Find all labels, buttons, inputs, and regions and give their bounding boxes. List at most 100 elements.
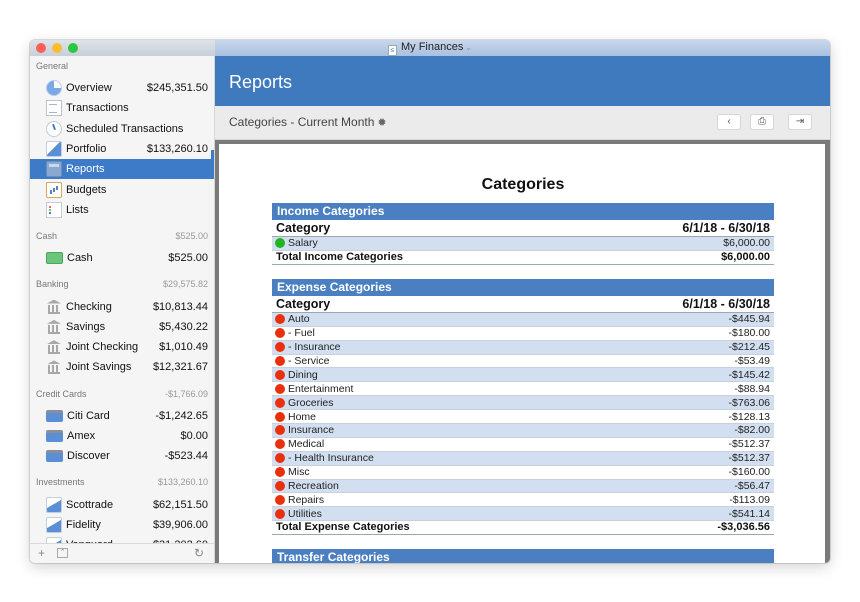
income-total-label: Total Income Categories [276,250,403,263]
transactions-icon [46,100,62,117]
sidebar-item-overview[interactable]: Overview $245,351.50 [30,78,214,98]
category-label: Home [288,410,317,423]
sidebar-item-label: Citi Card [67,409,110,422]
bank-icon [46,360,62,375]
category-amount: -$763.06 [728,396,770,409]
category-row[interactable]: Auto -$445.94 [272,312,774,327]
sidebar-item-savings[interactable]: Savings $5,430.22 [30,317,214,337]
category-name: Entertainment [275,383,353,395]
sidebar-item-portfolio[interactable]: Portfolio $133,260.10 [30,139,214,159]
report-toolbar: Categories - Current Month ✹ ‹ ⎙ ⇥ [215,106,830,140]
category-row[interactable]: Repairs -$113.09 [272,493,774,508]
sidebar-item-amount: -$523.44 [164,450,208,463]
category-label: Dining [288,368,318,381]
report-selector[interactable]: Categories - Current Month ✹ [229,115,387,129]
category-row[interactable]: Misc -$160.00 [272,466,774,480]
category-row[interactable]: Entertainment -$88.94 [272,382,774,397]
category-row[interactable]: Recreation -$56.47 [272,479,774,494]
category-amount: -$82.00 [734,424,770,437]
collapse-button[interactable]: ⌃ [57,548,68,558]
page-title: Reports [229,72,293,92]
sidebar-item-discover[interactable]: Discover -$523.44 [30,446,214,466]
sidebar: General Overview $245,351.50 Transactions Sc… [30,56,215,563]
category-status-dot-icon [275,425,285,436]
sidebar-item-reports[interactable]: Reports [30,159,214,180]
export-button[interactable]: ⇥ [788,114,812,130]
sidebar-item-label: Lists [66,203,89,216]
bank-icon [46,300,62,314]
category-row[interactable]: Insurance -$82.00 [272,424,774,438]
category-row[interactable]: Salary $6,000.00 [272,237,774,251]
print-button[interactable]: ⎙ [750,114,774,130]
category-amount: -$512.37 [728,438,770,451]
sidebar-item-vanguard[interactable]: Vanguard$31,202.60 [30,535,214,543]
category-row[interactable]: - Insurance -$212.45 [272,340,774,355]
gear-icon[interactable]: ✹ [377,117,386,129]
section-total: -$1,766.09 [164,388,208,399]
budget-chart-icon [46,181,62,198]
category-name: Dining [275,369,318,381]
sidebar-item-budgets[interactable]: Budgets [30,179,214,199]
sidebar-item-amex[interactable]: Amex $0.00 [30,426,214,446]
sidebar-item-amount: $0.00 [180,430,208,442]
document-icon: ≤ [387,45,397,56]
category-name: - Health Insurance [275,452,374,464]
transfer-section-header: Transfer Categories [272,549,774,563]
sidebar-item-joint-savings[interactable]: Joint Savings $12,321.67 [30,357,214,377]
sidebar-item-scheduled-transactions[interactable]: Scheduled Transactions [30,119,214,139]
sidebar-item-fidelity[interactable]: Fidelity $39,906.00 [30,515,214,535]
sidebar-section-header: General [30,56,214,78]
sidebar-item-amount: $245,351.50 [146,82,208,95]
chevron-down-icon: ⌄ [465,43,473,52]
add-account-button[interactable]: + [38,546,45,560]
category-amount: -$88.94 [734,382,770,395]
category-row[interactable]: Groceries -$763.06 [272,396,774,411]
list-icon [46,201,62,218]
category-row[interactable]: Dining -$145.42 [272,368,774,383]
income-total-amount: $6,000.00 [721,250,770,263]
report-page[interactable]: Categories Income Categories Category 6/… [219,144,825,563]
category-row[interactable]: Home -$128.13 [272,410,774,425]
category-row[interactable]: Utilities -$541.14 [272,507,774,522]
sidebar-item-label: Fidelity [66,518,101,531]
category-name: Auto [275,313,310,325]
sidebar-item-label: Checking [66,300,112,313]
category-label: - Fuel [288,327,315,340]
sidebar-item-label: Amex [67,430,96,442]
sidebar-item-label: Joint Savings [66,361,132,374]
category-row[interactable]: - Service -$53.49 [272,355,774,369]
bank-icon [46,340,62,355]
sidebar-item-scottrade[interactable]: Scottrade $62,151.50 [30,494,214,514]
category-label: Repairs [288,493,325,506]
sidebar-item-lists[interactable]: Lists [30,200,214,220]
sidebar-item-amount: -$1,242.65 [155,409,208,422]
window-title[interactable]: ≤ My Finances ⌄ [30,41,830,56]
category-name: Misc [275,466,310,478]
category-label: Auto [288,313,310,326]
category-label: Misc [288,466,310,479]
expense-section-header: Expense Categories [272,278,774,296]
category-label: Medical [288,438,325,451]
back-button[interactable]: ‹ [717,114,741,130]
category-name: Salary [275,237,318,249]
sidebar-item-cash[interactable]: Cash $525.00 [30,248,214,268]
section-label: Investments [36,477,85,488]
overview-pie-icon [46,80,62,97]
sidebar-list[interactable]: General Overview $245,351.50 Transactions Sc… [30,56,214,543]
category-label: Insurance [288,424,335,437]
category-name: Home [275,411,316,423]
category-amount: -$56.47 [734,480,770,493]
category-row[interactable]: Medical -$512.37 [272,438,774,452]
sidebar-item-amount: $133,260.10 [146,143,208,156]
app-window: ≤ My Finances ⌄ General Overview $245,351.50… [30,40,830,563]
export-icon: ⇥ [795,116,805,127]
sidebar-item-citi-card[interactable]: Citi Card -$1,242.65 [30,406,214,426]
refresh-button[interactable]: ↻ [194,546,204,560]
category-row[interactable]: - Fuel -$180.00 [272,327,774,341]
sidebar-item-checking[interactable]: Checking $10,813.44 [30,296,214,316]
sidebar-scroll-indicator[interactable] [211,150,214,168]
sidebar-item-joint-checking[interactable]: Joint Checking $1,010.49 [30,337,214,357]
category-name: - Fuel [275,327,315,339]
category-row[interactable]: - Health Insurance -$512.37 [272,451,774,466]
sidebar-item-transactions[interactable]: Transactions [30,98,214,118]
